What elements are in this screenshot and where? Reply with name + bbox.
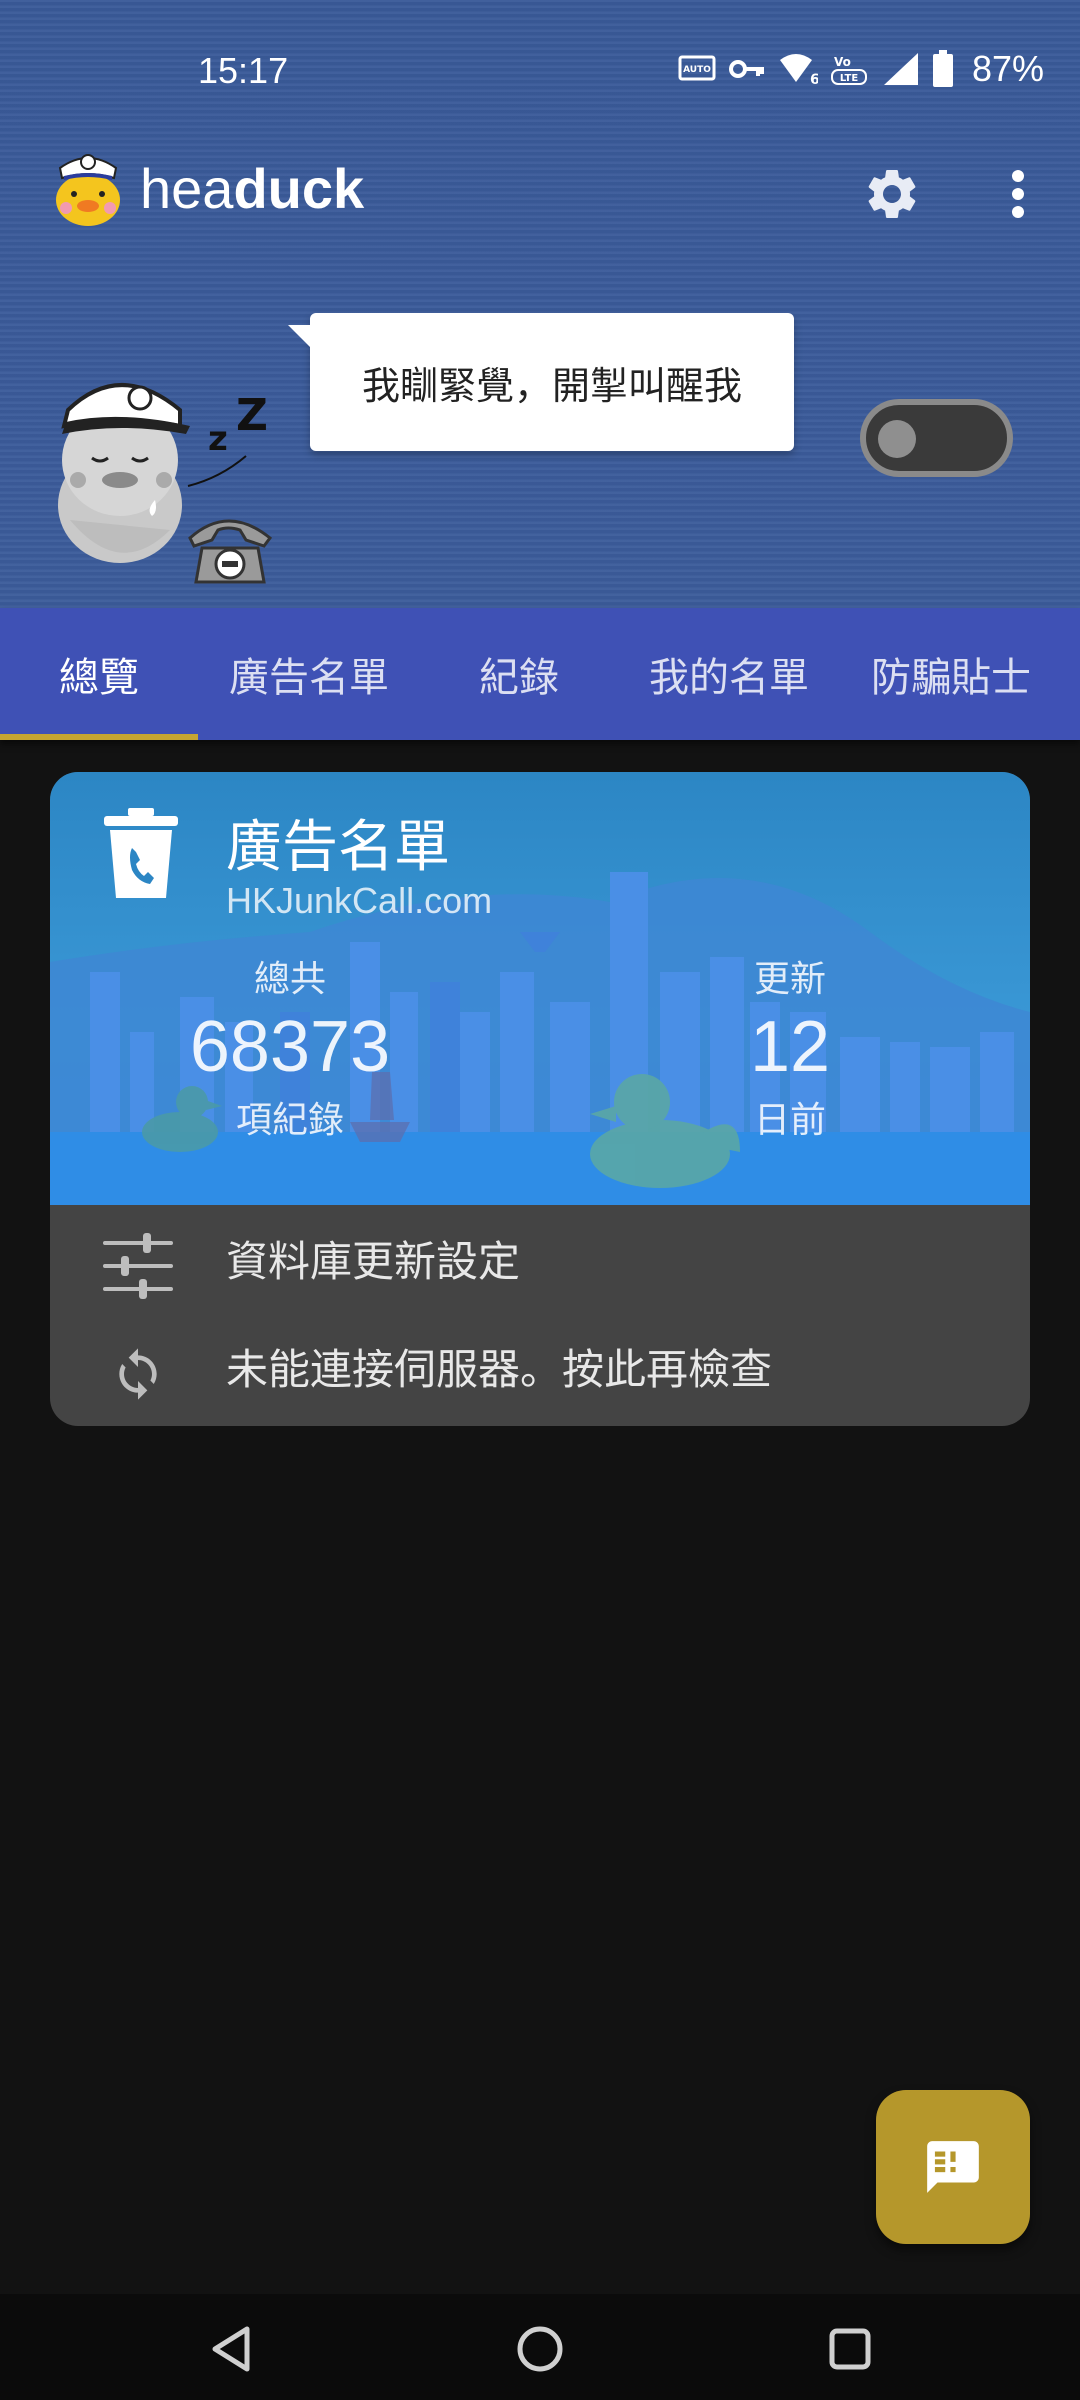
more-options-button[interactable] <box>990 160 1046 228</box>
sleeping-duck-icon: z Z <box>40 330 290 594</box>
back-button[interactable] <box>196 2314 266 2384</box>
more-vert-icon <box>1012 170 1024 218</box>
tab-overview[interactable]: 總覽 <box>0 608 198 740</box>
feedback-icon <box>927 2141 979 2193</box>
recents-icon <box>829 2328 871 2370</box>
tab-my-list[interactable]: 我的名單 <box>618 608 840 740</box>
svg-text:6: 6 <box>810 72 818 86</box>
back-icon <box>212 2326 250 2372</box>
card-source: HKJunkCall.com <box>226 880 493 921</box>
volte-icon: Vo LTE <box>830 55 867 85</box>
last-update-stat: 更新 12 日前 <box>660 950 920 1143</box>
home-icon <box>517 2326 563 2372</box>
sleep-message-bubble: 我瞓緊覺，開掣叫醒我 <box>288 313 794 451</box>
battery-percent: 87% <box>971 48 1044 89</box>
tab-label: 我的名單 <box>649 655 809 701</box>
app-title-regular: hea <box>140 157 234 220</box>
tab-label: 廣告名單 <box>229 655 389 701</box>
sleep-mode-hero: z Z 我瞓緊覺，開掣叫醒我 <box>0 300 1080 600</box>
svg-text:LTE: LTE <box>840 73 859 84</box>
wifi-6-icon: 6 <box>779 54 818 86</box>
signal-icon <box>883 53 918 85</box>
tab-ad-list[interactable]: 廣告名單 <box>198 608 420 740</box>
sync-icon <box>102 1338 174 1410</box>
svg-text:Z: Z <box>236 390 268 441</box>
server-check-label: 未能連接伺服器。按此再檢查 <box>226 1344 773 1394</box>
tab-records[interactable]: 紀錄 <box>420 608 618 740</box>
wake-toggle-switch[interactable] <box>860 399 1013 477</box>
total-records-stat: 總共 68373 項紀錄 <box>140 950 440 1143</box>
headuck-logo-icon <box>52 146 124 230</box>
app-bar: headuck <box>0 140 1080 250</box>
auto-hz-icon: AUTO <box>678 55 716 81</box>
status-icons: AUTO 6 Vo LTE 87% <box>678 48 1044 90</box>
database-update-settings-row[interactable]: 資料庫更新設定 <box>50 1204 1030 1312</box>
tab-scam-tips[interactable]: 防騙貼士 <box>840 608 1062 740</box>
recents-button[interactable] <box>815 2314 885 2384</box>
svg-text:Vo: Vo <box>834 55 851 69</box>
tab-indicator <box>0 734 198 740</box>
update-value: 12 <box>749 1007 831 1087</box>
total-label: 總共 <box>253 959 326 1000</box>
ad-list-card: 廣告名單 HKJunkCall.com 總共 68373 項紀錄 更新 12 日… <box>50 772 1030 1426</box>
tab-label: 防騙貼士 <box>871 655 1031 701</box>
card-banner[interactable]: 廣告名單 HKJunkCall.com 總共 68373 項紀錄 更新 12 日… <box>50 772 1030 1205</box>
battery-icon <box>932 50 953 87</box>
svg-text:z: z <box>208 419 228 459</box>
server-check-row[interactable]: 未能連接伺服器。按此再檢查 <box>50 1312 1030 1420</box>
total-unit: 項紀錄 <box>235 1100 344 1142</box>
status-bar: 15:17 AUTO 6 Vo LTE 87% <box>0 0 1080 150</box>
database-update-settings-label: 資料庫更新設定 <box>226 1236 521 1286</box>
gear-icon <box>868 169 916 218</box>
tab-label: 總覽 <box>59 655 139 701</box>
toggle-knob <box>878 420 916 458</box>
sliders-icon <box>102 1230 174 1302</box>
sleep-message-text: 我瞓緊覺，開掣叫醒我 <box>361 363 742 408</box>
svg-text:AUTO: AUTO <box>683 65 711 75</box>
total-value: 68373 <box>189 1007 391 1087</box>
vpn-key-icon <box>728 60 764 78</box>
feedback-button[interactable] <box>876 2090 1030 2244</box>
status-time: 15:17 <box>198 50 289 91</box>
app-title-bold: duck <box>233 157 365 220</box>
app-title: headuck <box>140 156 364 221</box>
tab-label: 紀錄 <box>479 655 559 701</box>
update-label: 更新 <box>753 959 826 1000</box>
settings-button[interactable] <box>858 160 926 228</box>
home-button[interactable] <box>505 2314 575 2384</box>
system-navigation-bar <box>0 2294 1080 2400</box>
update-unit: 日前 <box>753 1100 826 1142</box>
app-header: 15:17 AUTO 6 Vo LTE 87% headuck z Z 我瞓緊覺… <box>0 0 1080 608</box>
trash-phone-icon <box>102 808 180 904</box>
card-title: 廣告名單 <box>226 815 450 880</box>
tab-bar: 總覽 廣告名單 紀錄 我的名單 防騙貼士 <box>0 608 1080 740</box>
